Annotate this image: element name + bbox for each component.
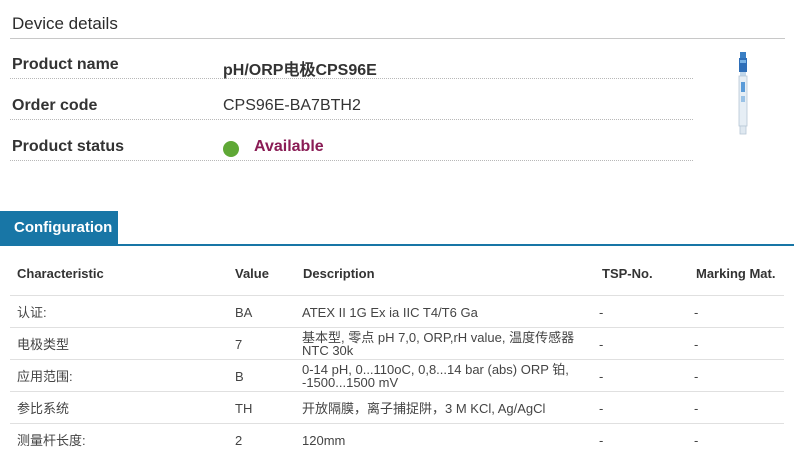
cell-tsp-no: - <box>599 369 604 384</box>
cell-tsp-no: - <box>599 305 604 320</box>
order-code-row: Order code CPS96E-BA7BTH2 <box>10 79 693 120</box>
cell-value: 2 <box>235 433 243 448</box>
product-status-value: Available <box>254 138 324 155</box>
cell-tsp-no: - <box>599 337 604 352</box>
header-description: Description <box>303 266 375 281</box>
product-name-label: Product name <box>12 56 119 73</box>
header-tsp-no: TSP-No. <box>602 266 653 281</box>
product-name-row: Product name pH/ORP电极CPS96E <box>10 38 693 79</box>
cell-characteristic: 电极类型 <box>17 337 70 352</box>
table-row: 认证: BA ATEX II 1G Ex ia IIC T4/T6 Ga - - <box>10 295 784 327</box>
ph-electrode-icon[interactable] <box>735 52 751 136</box>
cell-description: ATEX II 1G Ex ia IIC T4/T6 Ga <box>302 305 478 320</box>
cell-value: 7 <box>235 337 243 352</box>
product-status-row: Product status Available <box>10 120 693 161</box>
cell-tsp-no: - <box>599 433 604 448</box>
order-code-label: Order code <box>12 97 98 114</box>
cell-description-cont: NTC 30k <box>302 343 354 358</box>
tab-configuration[interactable]: Configuration <box>0 211 118 245</box>
device-details-title: Device details <box>12 14 118 33</box>
table-row: 应用范围: B 0-14 pH, 0...110oC, 0,8...14 bar… <box>10 359 784 391</box>
cell-marking-mat: - <box>694 433 699 448</box>
cell-marking-mat: - <box>694 401 699 416</box>
configuration-tab-underline <box>0 244 794 246</box>
header-value: Value <box>235 266 269 281</box>
cell-characteristic: 参比系统 <box>17 401 70 416</box>
table-row: 电极类型 7 基本型, 零点 pH 7,0, ORP,rH value, 温度传… <box>10 327 784 359</box>
header-marking-mat: Marking Mat. <box>696 266 776 281</box>
cell-tsp-no: - <box>599 401 604 416</box>
cell-marking-mat: - <box>694 369 699 384</box>
cell-value: TH <box>235 401 253 416</box>
cell-description-cont: -1500...1500 mV <box>302 375 399 390</box>
product-name-value: pH/ORP电极CPS96E <box>223 62 377 79</box>
cell-marking-mat: - <box>694 305 699 320</box>
order-code-value: CPS96E-BA7BTH2 <box>223 97 361 114</box>
cell-characteristic: 认证: <box>17 305 47 320</box>
cell-value: BA <box>235 305 253 320</box>
cell-value: B <box>235 369 244 384</box>
table-row: 参比系统 TH 开放隔膜，离子捕捉阱，3 M KCl, Ag/AgCl - - <box>10 391 784 423</box>
cell-characteristic: 测量杆长度: <box>17 433 86 448</box>
cell-characteristic: 应用范围: <box>17 369 73 384</box>
cell-description: 开放隔膜，离子捕捉阱，3 M KCl, Ag/AgCl <box>302 401 546 416</box>
table-row: 测量杆长度: 2 120mm - - <box>10 423 784 455</box>
cell-description: 120mm <box>302 433 346 448</box>
product-status-label: Product status <box>12 138 125 155</box>
header-characteristic: Characteristic <box>17 266 104 281</box>
status-dot-icon <box>223 141 239 157</box>
cell-marking-mat: - <box>694 337 699 352</box>
